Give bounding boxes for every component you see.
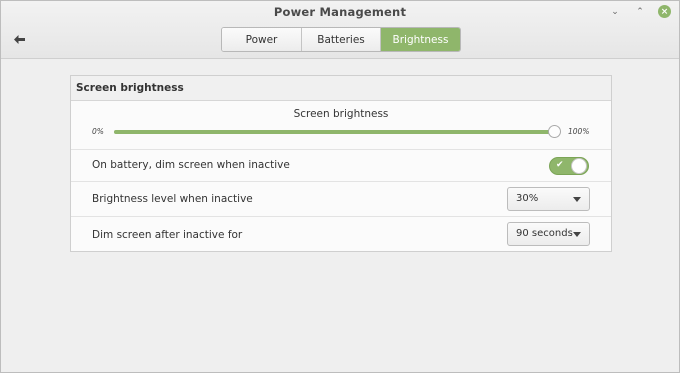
- dim-on-battery-row: On battery, dim screen when inactive ✔: [71, 149, 611, 181]
- slider-label: Screen brightness: [293, 108, 389, 120]
- brightness-inactive-label: Brightness level when inactive: [92, 193, 253, 205]
- tab-power[interactable]: Power: [222, 28, 302, 51]
- dim-after-select[interactable]: 90 seconds: [507, 222, 590, 246]
- restore-icon[interactable]: ⌃: [634, 6, 646, 18]
- brightness-inactive-row: Brightness level when inactive 30%: [71, 181, 611, 216]
- titlebar: Power Management ⌄ ⌃ × Power Batteries B…: [1, 1, 679, 59]
- tab-batteries[interactable]: Batteries: [302, 28, 381, 51]
- brightness-slider[interactable]: [114, 125, 561, 138]
- slider-knob[interactable]: [547, 125, 561, 138]
- switch-knob: [571, 158, 587, 174]
- dim-on-battery-label: On battery, dim screen when inactive: [92, 159, 290, 171]
- screen-brightness-panel: Screen brightness Screen brightness 0% 1…: [70, 75, 612, 252]
- slider-fill: [114, 130, 554, 134]
- section-title: Screen brightness: [71, 76, 611, 101]
- tab-bar: Power Batteries Brightness: [221, 27, 461, 52]
- dim-after-value: 90 seconds: [516, 228, 573, 239]
- dropdown-arrow-icon: [573, 232, 581, 237]
- dim-after-row: Dim screen after inactive for 90 seconds: [71, 216, 611, 251]
- tab-brightness[interactable]: Brightness: [381, 28, 460, 51]
- back-arrow-icon[interactable]: [11, 32, 27, 46]
- slider-max-label: 100%: [568, 127, 590, 136]
- power-management-window: Power Management ⌄ ⌃ × Power Batteries B…: [0, 0, 680, 373]
- brightness-inactive-value: 30%: [516, 193, 539, 204]
- check-icon: ✔: [556, 160, 564, 170]
- dim-on-battery-switch[interactable]: ✔: [549, 157, 589, 175]
- slider-min-label: 0%: [92, 127, 104, 136]
- close-icon[interactable]: ×: [658, 5, 671, 18]
- dropdown-arrow-icon: [573, 197, 581, 202]
- brightness-slider-row: Screen brightness 0% 100%: [71, 101, 611, 149]
- dim-after-label: Dim screen after inactive for: [92, 229, 243, 241]
- minimize-icon[interactable]: ⌄: [609, 6, 621, 18]
- window-title: Power Management: [273, 5, 407, 19]
- brightness-inactive-select[interactable]: 30%: [507, 187, 590, 211]
